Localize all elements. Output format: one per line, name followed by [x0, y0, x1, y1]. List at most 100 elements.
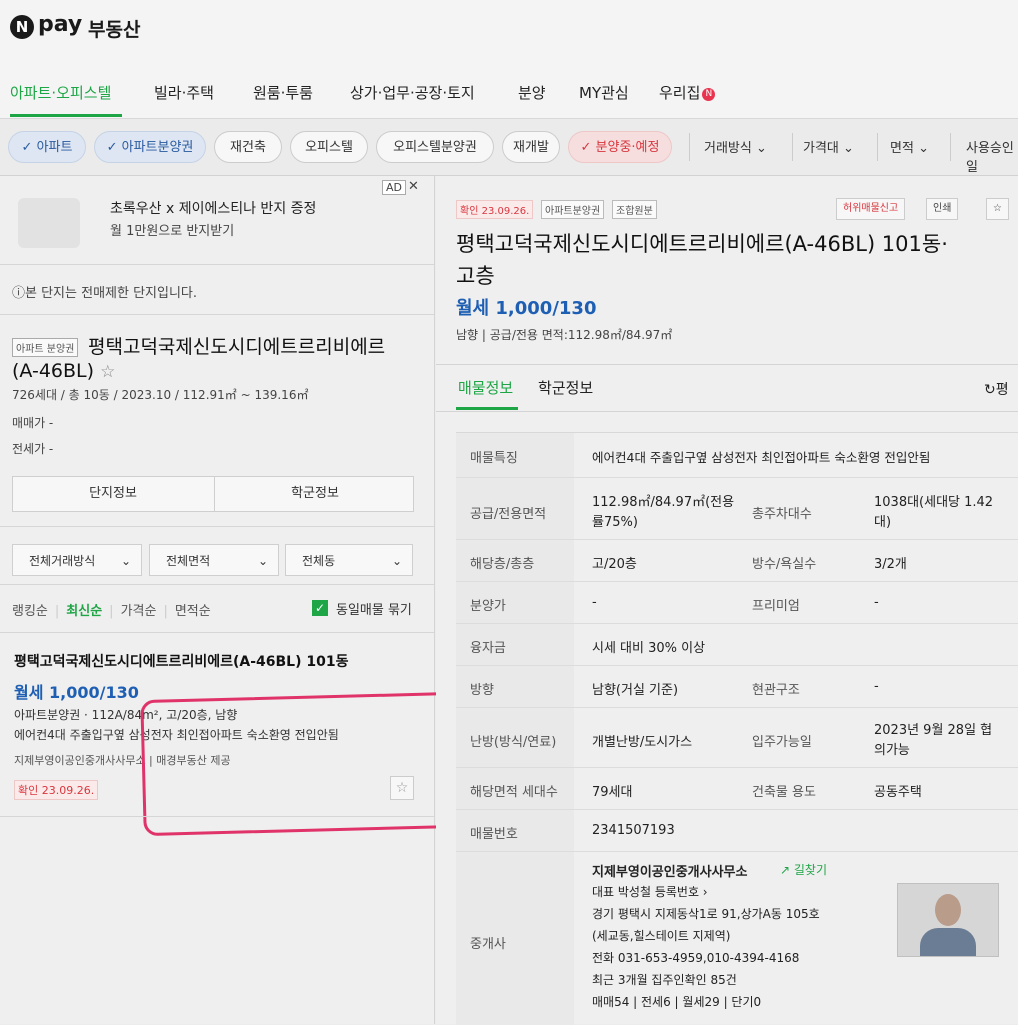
dropdown-area-label: 면적 — [890, 141, 914, 156]
report-false-listing-button[interactable]: 허위매물신고 — [836, 198, 906, 220]
same-listing-label[interactable]: 동일매물 묶기 — [336, 599, 412, 618]
same-listing-checkbox[interactable]: ✓ — [312, 600, 328, 616]
label-floor: 해당층/총층 — [470, 557, 535, 572]
left-panel: 초록우산 x 제이에스티나 반지 증정 월 1만원으로 반지받기 AD ✕ ⓘ본… — [0, 176, 458, 1024]
naver-logo-icon[interactable]: N — [10, 15, 34, 39]
label-building-usage: 건축물 용도 — [752, 785, 816, 800]
chip-redevelop[interactable]: 재개발 — [502, 131, 560, 163]
tab-complex-info[interactable]: 단지정보 — [13, 477, 213, 511]
listing-detail-title-line2: 고층 — [456, 264, 495, 288]
listing-detail-table: 매물특징 에어컨4대 주출입구옆 삼성전자 최인접아파트 숙소환영 전입안됨 공… — [456, 432, 1018, 1025]
chip-apartment-presale[interactable]: ✓ 아파트분양권 — [94, 131, 206, 163]
chevron-down-icon: ⌄ — [257, 554, 268, 568]
listing-detail-price: 월세 1,000/130 — [456, 298, 597, 319]
listing-title[interactable]: 평택고덕국제신도시디에트르리비에르(A-46BL) 101동 — [14, 651, 348, 671]
chevron-down-icon: ⌄ — [843, 141, 854, 156]
value-move-in: 2023년 9월 28일 협 — [874, 723, 993, 738]
chip-officetel[interactable]: 오피스텔 — [290, 131, 368, 163]
detail-panel: 확인 23.09.26. 아파트분양권 조합원분 허위매물신고 인쇄 ☆ 평택고… — [436, 176, 1018, 1025]
chip-officetel-presale[interactable]: 오피스텔분양권 — [376, 131, 494, 163]
sort-ranking[interactable]: 랭킹순 — [12, 604, 48, 619]
agent-photo-head — [935, 894, 961, 926]
filter-divider — [792, 133, 793, 161]
divider — [0, 584, 434, 585]
label-presale-price: 분양가 — [470, 599, 506, 614]
tab-school-info[interactable]: 학군정보 — [215, 477, 415, 511]
print-button[interactable]: 인쇄 — [926, 198, 959, 220]
refresh-icon[interactable]: ↻평 — [984, 379, 1009, 399]
label-listing-number: 매물번호 — [470, 827, 518, 842]
nav-villa-house[interactable]: 빌라·주택 — [154, 82, 214, 103]
label-households: 해당면적 세대수 — [470, 785, 558, 800]
close-icon[interactable]: ✕ — [408, 179, 419, 194]
select-area[interactable]: 전체면적 ⌄ — [149, 544, 279, 576]
nav-oneroom[interactable]: 원룸·투룸 — [253, 82, 313, 103]
row-divider — [456, 581, 1018, 582]
chip-presale-upcoming[interactable]: ✓ 분양중·예정 — [568, 131, 672, 163]
nav-active-underline — [10, 114, 122, 117]
nav-commercial-land[interactable]: 상가·업무·공장·토지 — [350, 82, 475, 103]
value-loan: 시세 대비 30% 이상 — [592, 641, 706, 656]
favorite-star-button[interactable]: ☆ — [986, 198, 1009, 220]
sort-price[interactable]: 가격순 — [121, 604, 157, 619]
value-parking-line2: 대) — [874, 515, 892, 530]
label-premium: 프리미엄 — [752, 599, 800, 614]
filter-divider — [689, 133, 690, 161]
row-divider — [456, 767, 1018, 768]
listing-detail-title: 평택고덕국제신도시디에트르리비에르(A-46BL) 101동· — [456, 232, 948, 256]
agent-phone: 전화 031-653-4959,010-4394-4168 — [592, 951, 800, 965]
label-parking: 총주차대수 — [752, 507, 812, 522]
complex-name-line2: (A-46BL) ☆ — [12, 360, 115, 382]
complex-tabs: 단지정보 학군정보 — [12, 476, 414, 512]
detail-tabs: 매물정보 학군정보 ↻평 — [436, 364, 1018, 412]
filter-divider — [950, 133, 951, 161]
sort-options: 랭킹순 | 최신순 | 가격순 | 면적순 — [12, 604, 211, 619]
select-trade-type[interactable]: 전체거래방식 ⌄ — [12, 544, 142, 576]
agent-representative[interactable]: 대표 박성철 등록번호 › — [592, 883, 708, 900]
star-icon[interactable]: ☆ — [100, 362, 115, 382]
select-building-label: 전체동 — [302, 554, 336, 568]
sort-area[interactable]: 면적순 — [175, 604, 211, 619]
label-agent: 중개사 — [470, 937, 506, 952]
value-area: 112.98㎡/84.97㎡(전용 — [592, 495, 735, 510]
sort-newest[interactable]: 최신순 — [66, 604, 102, 619]
value-premium: - — [874, 595, 879, 610]
tab-listing-info[interactable]: 매물정보 — [458, 377, 513, 398]
value-entrance: - — [874, 679, 879, 694]
directions-link[interactable]: ↗ 길찾기 — [780, 861, 827, 878]
value-listing-number: 2341507193 — [592, 823, 675, 838]
logo-realestate-text[interactable]: 부동산 — [88, 15, 140, 42]
value-area-line2: 률75%) — [592, 515, 638, 530]
nav-my-home[interactable]: 우리집 N — [659, 82, 716, 103]
listing-price[interactable]: 월세 1,000/130 — [14, 679, 139, 703]
agent-listing-counts: 매매54 | 전세6 | 월세29 | 단기0 — [592, 995, 762, 1009]
divider — [0, 632, 434, 633]
logo-pay-text[interactable]: pay — [38, 12, 82, 37]
tab-school[interactable]: 학군정보 — [538, 377, 593, 398]
select-building[interactable]: 전체동 ⌄ — [285, 544, 413, 576]
dropdown-approval-date[interactable]: 사용승인일 — [966, 137, 1018, 175]
nav-apartment-officetel[interactable]: 아파트·오피스텔 — [10, 82, 111, 103]
ad-ring-image[interactable] — [18, 198, 80, 248]
sale-price: 매매가 - — [12, 416, 54, 430]
agent-photo-body — [920, 928, 976, 956]
dropdown-price[interactable]: 가격대 ⌄ — [803, 137, 854, 156]
nav-my-interest[interactable]: MY관심 — [579, 82, 629, 103]
value-floor: 고/20층 — [592, 557, 637, 572]
dropdown-area[interactable]: 면적 ⌄ — [890, 137, 929, 156]
chip-rebuild[interactable]: 재건축 — [214, 131, 282, 163]
dropdown-trade-type[interactable]: 거래방식 ⌄ — [704, 137, 767, 156]
value-presale-price: - — [592, 595, 597, 610]
top-header: N pay 부동산 — [0, 0, 1018, 60]
divider — [0, 314, 434, 315]
ad-title[interactable]: 초록우산 x 제이에스티나 반지 증정 — [110, 198, 316, 218]
ad-subtitle[interactable]: 월 1만원으로 반지받기 — [110, 220, 234, 239]
agent-recent-confirmations: 최근 3개월 집주인확인 85건 — [592, 973, 737, 987]
nav-presale[interactable]: 분양 — [518, 82, 546, 103]
chip-apartment[interactable]: ✓ 아파트 — [8, 131, 86, 163]
label-move-in: 입주가능일 — [752, 735, 812, 750]
select-trade-type-label: 전체거래방식 — [29, 554, 96, 568]
nav-my-home-label: 우리집 — [659, 84, 701, 102]
complex-name-suffix: (A-46BL) — [12, 360, 95, 382]
agent-name[interactable]: 지제부영이공인중개사사무소 — [592, 861, 747, 880]
